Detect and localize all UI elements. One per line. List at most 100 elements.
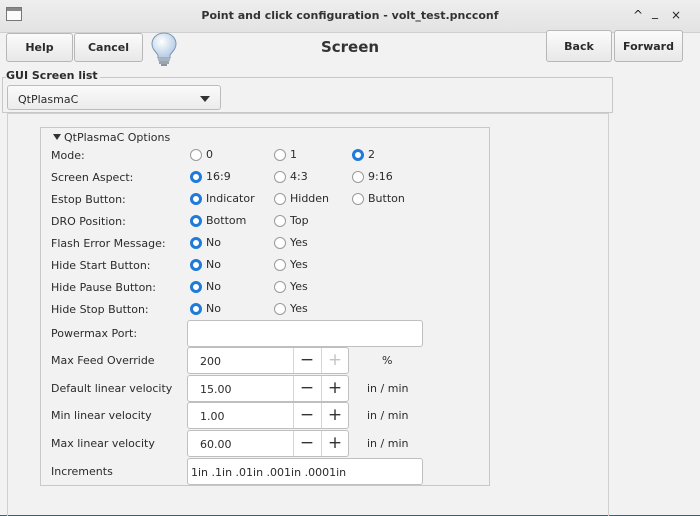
radio-option[interactable]: 9:16: [352, 170, 393, 183]
radio-option-label: Top: [290, 214, 309, 227]
radio-checked-icon: [190, 302, 202, 315]
radio-checked-icon: [190, 192, 202, 205]
radio-option-label: Button: [368, 192, 405, 205]
radio-option[interactable]: No: [190, 236, 221, 249]
increments-label: Increments: [51, 465, 113, 478]
radio-option[interactable]: Yes: [274, 258, 308, 271]
radio-option[interactable]: No: [190, 258, 221, 271]
gui-screen-dropdown[interactable]: QtPlasmaC: [7, 85, 221, 110]
radio-unchecked-icon: [274, 258, 286, 271]
increment-icon[interactable]: +: [322, 405, 348, 426]
radio-option[interactable]: 0: [190, 148, 213, 161]
increment-icon[interactable]: +: [322, 350, 348, 371]
radio-row-label: Mode:: [51, 149, 85, 162]
radio-option-label: No: [206, 280, 221, 293]
radio-option[interactable]: 4:3: [274, 170, 308, 183]
radio-option-label: No: [206, 302, 221, 315]
radio-option[interactable]: Yes: [274, 236, 308, 249]
title-bar: Point and click configuration - volt_tes…: [0, 0, 700, 33]
spin-value: 1.00: [200, 410, 225, 423]
spin-row-label: Max linear velocity: [51, 437, 155, 450]
radio-option-label: Yes: [290, 258, 308, 271]
forward-button[interactable]: Forward: [614, 30, 683, 62]
config-window: Point and click configuration - volt_tes…: [0, 0, 700, 516]
radio-option[interactable]: Indicator: [190, 192, 255, 205]
radio-option[interactable]: 16:9: [190, 170, 231, 183]
radio-option[interactable]: 2: [352, 148, 375, 161]
decrement-icon[interactable]: −: [294, 405, 320, 426]
radio-unchecked-icon: [274, 236, 286, 249]
radio-unchecked-icon: [274, 214, 286, 227]
close-icon[interactable]: ×: [671, 8, 681, 22]
radio-checked-icon: [190, 280, 202, 293]
back-button[interactable]: Back: [546, 30, 612, 62]
spin-button[interactable]: 60.00 − +: [187, 430, 349, 457]
radio-row-label: Screen Aspect:: [51, 171, 134, 184]
radio-option[interactable]: Bottom: [190, 214, 246, 227]
radio-option[interactable]: Yes: [274, 280, 308, 293]
increments-value: 1in .1in .01in .001in .0001in: [191, 466, 347, 479]
radio-checked-icon: [190, 236, 202, 249]
decrement-icon[interactable]: −: [294, 433, 320, 454]
maximize-icon[interactable]: ^: [633, 8, 643, 22]
radio-option-label: No: [206, 258, 221, 271]
increment-icon[interactable]: +: [322, 433, 348, 454]
radio-unchecked-icon: [274, 170, 286, 183]
radio-unchecked-icon: [274, 280, 286, 293]
radio-row-label: Hide Stop Button:: [51, 303, 149, 316]
radio-option-label: 0: [206, 148, 213, 161]
radio-option-label: 1: [290, 148, 297, 161]
radio-checked-icon: [352, 148, 364, 161]
unit-label: in / min: [367, 382, 409, 395]
radio-option-label: Yes: [290, 302, 308, 315]
radio-option-label: 4:3: [290, 170, 308, 183]
radio-unchecked-icon: [190, 148, 202, 161]
powermax-port-input[interactable]: [187, 320, 423, 347]
radio-option[interactable]: Yes: [274, 302, 308, 315]
window-title: Point and click configuration - volt_tes…: [201, 9, 499, 22]
spin-button[interactable]: 1.00 − +: [187, 402, 349, 429]
spin-row-label: Max Feed Override: [51, 354, 155, 367]
unit-label: %: [382, 354, 393, 367]
gui-screen-list-label: GUI Screen list: [6, 69, 100, 82]
radio-option[interactable]: No: [190, 302, 221, 315]
radio-unchecked-icon: [274, 148, 286, 161]
radio-option[interactable]: Button: [352, 192, 405, 205]
spin-button[interactable]: 200 − +: [187, 347, 349, 374]
unit-label: in / min: [367, 409, 409, 422]
radio-option-label: Yes: [290, 236, 308, 249]
radio-checked-icon: [190, 258, 202, 271]
qtplasmac-options-header: QtPlasmaC Options: [64, 131, 171, 144]
radio-option[interactable]: No: [190, 280, 221, 293]
spin-value: 15.00: [200, 383, 232, 396]
radio-checked-icon: [190, 170, 202, 183]
chevron-down-icon: [200, 96, 210, 102]
radio-option-label: 2: [368, 148, 375, 161]
increments-input[interactable]: 1in .1in .01in .001in .0001in: [187, 458, 423, 485]
radio-option-label: Bottom: [206, 214, 247, 227]
spin-row-label: Default linear velocity: [51, 382, 173, 395]
spin-button[interactable]: 15.00 − +: [187, 375, 349, 402]
radio-option-label: 16:9: [206, 170, 231, 183]
qtplasmac-options-expander[interactable]: QtPlasmaC Options: [53, 131, 170, 144]
radio-option-label: 9:16: [368, 170, 393, 183]
radio-option[interactable]: Top: [274, 214, 309, 227]
radio-option[interactable]: 1: [274, 148, 297, 161]
radio-unchecked-icon: [352, 192, 364, 205]
decrement-icon[interactable]: −: [294, 350, 320, 371]
minimize-icon[interactable]: _: [652, 5, 658, 19]
expander-arrow-icon: [53, 134, 61, 140]
radio-row-label: DRO Position:: [51, 215, 126, 228]
radio-option-label: Indicator: [206, 192, 255, 205]
radio-option[interactable]: Hidden: [274, 192, 329, 205]
decrement-icon[interactable]: −: [294, 378, 320, 399]
radio-option-label: No: [206, 236, 221, 249]
radio-unchecked-icon: [274, 192, 286, 205]
radio-option-label: Yes: [290, 280, 308, 293]
radio-unchecked-icon: [274, 302, 286, 315]
spin-value: 200: [200, 355, 221, 368]
increment-icon[interactable]: +: [322, 378, 348, 399]
radio-row-label: Estop Button:: [51, 193, 126, 206]
radio-unchecked-icon: [352, 170, 364, 183]
gui-screen-selected: QtPlasmaC: [18, 93, 79, 106]
